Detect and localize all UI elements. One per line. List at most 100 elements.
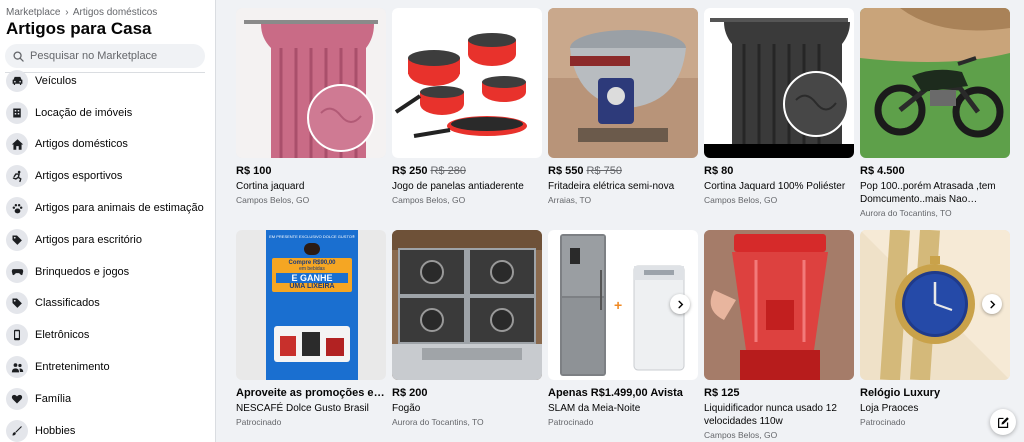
ad-offer-line4: UMA LIXEIRA: [289, 283, 335, 290]
sidebar-item-veiculos[interactable]: Veículos: [0, 65, 215, 97]
listing-image: [860, 230, 1010, 380]
listing-price-row: R$ 125: [704, 387, 854, 401]
breadcrumb-marketplace-link[interactable]: Marketplace: [6, 7, 60, 18]
ad-top-text: EM PRESENTE EXCLUSIVO DOLCE GUSTO®: [269, 234, 355, 239]
ad-offer-line2: em bebidas: [299, 266, 325, 272]
svg-text:+: +: [614, 297, 622, 313]
pink-curtain-image: [236, 8, 386, 158]
listing-price-row: R$ 80: [704, 165, 854, 179]
sidebar-item-artigos-escritorio[interactable]: Artigos para escritório: [0, 224, 215, 256]
sidebar-item-locacao-imoveis[interactable]: Locação de imóveis: [0, 97, 215, 129]
listing-old-price: R$ 750: [586, 165, 622, 177]
red-blender-image: [704, 230, 854, 380]
sponsored-card[interactable]: Relógio Luxury Loja Praoces Patrocinado: [860, 230, 1010, 427]
carousel-next-button[interactable]: [670, 294, 690, 314]
sidebar-item-label: Classificados: [35, 297, 100, 310]
sidebar-item-entretenimento[interactable]: Entretenimento: [0, 351, 215, 383]
listing-card[interactable]: R$ 4.500 Pop 100..porém Atrasada ,tem Do…: [860, 8, 1010, 218]
listing-card[interactable]: R$ 125 Liquidificador nunca usado 12 vel…: [704, 230, 854, 440]
listing-price-row: R$ 100: [236, 165, 386, 179]
tag-icon: [6, 228, 28, 251]
listing-location: Aurora do Tocantins, TO: [860, 208, 952, 218]
search-icon: [13, 50, 24, 62]
breadcrumb-category-link[interactable]: Artigos domésticos: [73, 7, 157, 18]
listing-price: R$ 200: [392, 387, 428, 399]
phone-icon: [6, 324, 28, 347]
building-icon: [6, 101, 28, 124]
chevron-right-icon: [989, 300, 995, 308]
heart-icon: [6, 387, 28, 410]
page-title: Artigos para Casa: [6, 19, 152, 38]
sidebar-item-classificados[interactable]: Classificados: [0, 288, 215, 320]
listing-image: EM PRESENTE EXCLUSIVO DOLCE GUSTO® Compr…: [236, 230, 386, 380]
listing-price-row: R$ 550 R$ 750: [548, 165, 698, 179]
sidebar-item-label: Artigos para escritório: [35, 233, 142, 246]
listing-price-row: R$ 250 R$ 280: [392, 165, 542, 179]
listing-card[interactable]: R$ 550 R$ 750 Fritadeira elétrica semi-no…: [548, 8, 698, 205]
listing-price-row: R$ 200: [392, 387, 542, 401]
listing-card[interactable]: R$ 100 Cortina jaquard Campos Belos, GO: [236, 8, 386, 205]
car-icon: [6, 69, 28, 92]
listing-location: Campos Belos, GO: [236, 195, 310, 205]
sidebar-item-label: Locação de imóveis: [35, 106, 133, 119]
listing-price: Aproveite as promoções exclu...: [236, 387, 386, 399]
compose-icon: [997, 416, 1009, 428]
listing-price: R$ 100: [236, 165, 272, 177]
listing-title: Pop 100..porém Atrasada ,tem Domcumento.…: [860, 181, 996, 205]
listing-location: Campos Belos, GO: [392, 195, 466, 205]
nescafe-ad-image: EM PRESENTE EXCLUSIVO DOLCE GUSTO® Compr…: [266, 230, 358, 380]
listing-image: +: [548, 230, 698, 380]
home-icon: [6, 133, 28, 156]
listing-title: Cortina Jaquard 100% Poliéster: [704, 181, 846, 192]
sidebar-item-label: Hobbies: [35, 424, 76, 437]
breadcrumb: Marketplace › Artigos domésticos: [0, 0, 215, 18]
compose-message-button[interactable]: [990, 409, 1016, 435]
sidebar-item-animais-estimacao[interactable]: Artigos para animais de estimação: [0, 192, 215, 224]
listing-card[interactable]: R$ 80 Cortina Jaquard 100% Poliéster Cam…: [704, 8, 854, 205]
listing-image: [548, 8, 698, 158]
sidebar-item-brinquedos-jogos[interactable]: Brinquedos e jogos: [0, 256, 215, 288]
sponsored-card[interactable]: EM PRESENTE EXCLUSIVO DOLCE GUSTO® Compr…: [236, 230, 386, 427]
sidebar-item-hobbies[interactable]: Hobbies: [0, 415, 215, 442]
listing-title: NESCAFÉ Dolce Gusto Brasil: [236, 403, 369, 414]
sponsored-label: Patrocinado: [860, 417, 906, 427]
listing-image: [704, 230, 854, 380]
listing-image: [392, 230, 542, 380]
paw-icon: [6, 197, 28, 220]
listing-price: R$ 125: [704, 387, 740, 399]
ad-offer-box: Compre R$90,00 em bebidas E GANHE UMA LI…: [272, 258, 352, 292]
sidebar-item-label: Brinquedos e jogos: [35, 265, 130, 278]
sidebar-item-eletronicos[interactable]: Eletrônicos: [0, 319, 215, 351]
people-icon: [6, 356, 28, 379]
controller-icon: [6, 260, 28, 283]
coffee-products-icon: [274, 326, 350, 362]
carousel-next-button[interactable]: [982, 294, 1002, 314]
listing-image: [236, 8, 386, 158]
listing-price: R$ 250: [392, 165, 428, 177]
search-input[interactable]: [30, 50, 200, 62]
sidebar-item-label: Eletrônicos: [35, 329, 90, 342]
red-cookware-set-image: [392, 8, 542, 158]
sponsored-card[interactable]: + Apenas R$1.499,00 Avista SLAM da Meia-…: [548, 230, 698, 427]
sidebar-item-label: Artigos para animais de estimação: [35, 202, 204, 215]
listing-price: R$ 80: [704, 165, 734, 177]
running-icon: [6, 165, 28, 188]
listing-price-row: Aproveite as promoções exclu...: [236, 387, 386, 401]
sidebar-item-label: Artigos esportivos: [35, 170, 123, 183]
sidebar-item-artigos-esportivos[interactable]: Artigos esportivos: [0, 160, 215, 192]
sidebar-item-label: Entretenimento: [35, 361, 110, 374]
brush-icon: [6, 419, 28, 442]
listing-image: [704, 8, 854, 158]
listing-price: R$ 550: [548, 165, 584, 177]
listing-old-price: R$ 280: [430, 165, 466, 177]
listing-card[interactable]: R$ 200 Fogão Aurora do Tocantins, TO: [392, 230, 542, 427]
listing-location: Campos Belos, GO: [704, 430, 778, 440]
sidebar-item-familia[interactable]: Família: [0, 383, 215, 415]
listing-title: Fritadeira elétrica semi-nova: [548, 181, 675, 192]
listing-price-row: Relógio Luxury: [860, 387, 1010, 401]
listing-image: [860, 8, 1010, 158]
listing-card[interactable]: R$ 250 R$ 280 Jogo de panelas antiaderent…: [392, 8, 542, 205]
listing-price-row: R$ 4.500: [860, 165, 1010, 179]
category-list: Veículos Locação de imóveis Artigos domé…: [0, 65, 215, 442]
sidebar-item-artigos-domesticos[interactable]: Artigos domésticos: [0, 129, 215, 161]
